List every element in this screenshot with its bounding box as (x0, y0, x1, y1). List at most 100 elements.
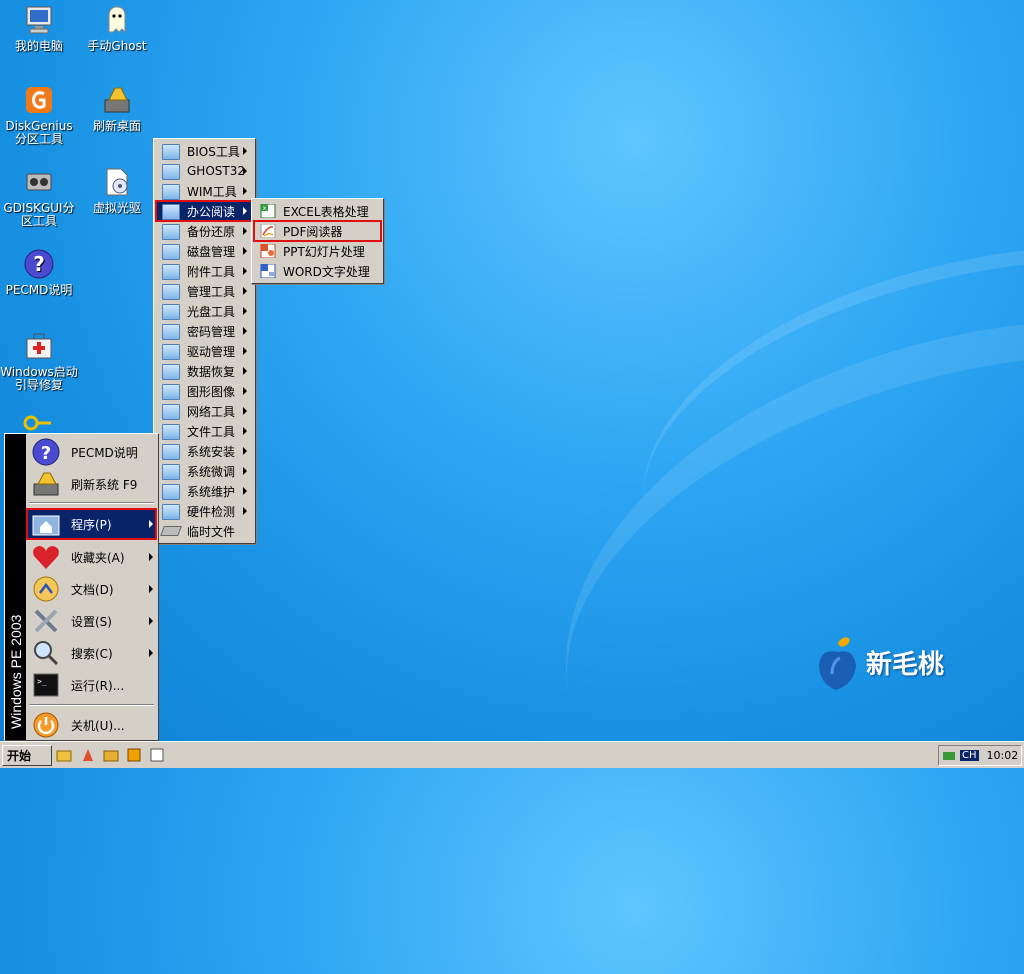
menu-item-file-tools[interactable]: 文件工具 (156, 421, 253, 441)
menu-item-cd-tools[interactable]: 光盘工具 (156, 301, 253, 321)
menu-item-system-install[interactable]: 系统安装 (156, 441, 253, 461)
file-icon (160, 526, 182, 536)
start-item-run[interactable]: >_ 运行(R)... (27, 670, 156, 700)
menu-item-hardware-detect[interactable]: 硬件检测 (156, 501, 253, 521)
start-button[interactable]: 开始 (2, 745, 52, 766)
desktop-icon-label: 手动Ghost (87, 39, 147, 53)
virtual-drive-icon (106, 168, 128, 196)
system-tray: CH 10:02 (938, 745, 1022, 766)
menu-item-temp-files[interactable]: 临时文件 (156, 521, 253, 541)
start-item-favorites[interactable]: 收藏夹(A) (27, 542, 156, 572)
excel-icon: x (260, 204, 276, 218)
submenu-arrow-icon (149, 649, 153, 657)
folder-icon (162, 144, 180, 160)
language-indicator[interactable]: CH (960, 750, 979, 761)
folder-icon (162, 244, 180, 260)
folder-icon (162, 484, 180, 500)
submenu-arrow-icon (149, 617, 153, 625)
quicklaunch-folder-icon[interactable] (103, 747, 119, 763)
desktop-icon-windows-boot-repair[interactable]: Windows启动引导修复 (0, 330, 78, 392)
start-item-refresh-system[interactable]: 刷新系统 F9 (27, 469, 156, 499)
menu-item-network-tools[interactable]: 网络工具 (156, 401, 253, 421)
computer-icon (26, 6, 52, 34)
desktop-icon-refresh-desktop[interactable]: 刷新桌面 (78, 84, 156, 133)
menu-item-bios-tools[interactable]: BIOS工具 (156, 141, 253, 161)
desktop-icon-my-computer[interactable]: 我的电脑 (0, 4, 78, 53)
desktop-icon-virtual-drive[interactable]: 虚拟光驱 (78, 166, 156, 215)
folder-icon (162, 304, 180, 320)
submenu-arrow-icon (243, 467, 247, 475)
diskgenius-icon (26, 87, 52, 113)
menu-item-driver-management[interactable]: 驱动管理 (156, 341, 253, 361)
start-menu: Windows PE 2003 ? PECMD说明 刷新系统 F9 程序(P) … (4, 433, 159, 741)
menu-item-office-reading[interactable]: 办公阅读 (155, 200, 254, 222)
menu-item-data-recovery[interactable]: 数据恢复 (156, 361, 253, 381)
menu-item-excel[interactable]: x EXCEL表格处理 (254, 201, 381, 221)
menu-item-system-tweak[interactable]: 系统微调 (156, 461, 253, 481)
folder-icon (162, 384, 180, 400)
submenu-arrow-icon (243, 367, 247, 375)
svg-text:?: ? (33, 252, 45, 276)
submenu-arrow-icon (243, 147, 247, 155)
menu-item-password-management[interactable]: 密码管理 (156, 321, 253, 341)
desktop-icon-label: 刷新桌面 (92, 119, 141, 133)
folder-icon (162, 444, 180, 460)
menu-item-ppt[interactable]: PPT幻灯片处理 (254, 241, 381, 261)
brand-logo: 新毛桃 (816, 632, 944, 692)
menu-item-accessory-tools[interactable]: 附件工具 (156, 261, 253, 281)
settings-icon (34, 609, 58, 633)
start-item-shutdown[interactable]: 关机(U)... (27, 710, 156, 740)
menu-item-word[interactable]: WORD文字处理 (254, 261, 381, 281)
pdf-icon (260, 224, 276, 238)
menu-item-wim-tools[interactable]: WIM工具 (156, 181, 253, 201)
menu-item-graphics-image[interactable]: 图形图像 (156, 381, 253, 401)
desktop-icon-label: 我的电脑 (14, 39, 63, 53)
shutdown-icon (33, 712, 59, 738)
menu-item-disk-management[interactable]: 磁盘管理 (156, 241, 253, 261)
quicklaunch-refresh-icon[interactable] (80, 747, 96, 763)
folder-icon (162, 364, 180, 380)
menu-item-system-maintenance[interactable]: 系统维护 (156, 481, 253, 501)
submenu-arrow-icon (243, 227, 247, 235)
start-item-search[interactable]: 搜索(C) (27, 638, 156, 668)
desktop-icon-pecmd-help[interactable]: ? PECMD说明 (0, 248, 78, 297)
quicklaunch-explorer-icon[interactable] (56, 747, 72, 763)
folder-icon (162, 404, 180, 420)
start-item-settings[interactable]: 设置(S) (27, 606, 156, 636)
refresh-icon (104, 87, 130, 113)
desktop-icon-diskgenius[interactable]: DiskGenius分区工具 (0, 84, 78, 146)
submenu-arrow-icon (243, 387, 247, 395)
start-menu-separator (29, 502, 154, 504)
start-item-programs[interactable]: 程序(P) (26, 508, 157, 540)
submenu-arrow-icon (243, 427, 247, 435)
start-item-documents[interactable]: 文档(D) (27, 574, 156, 604)
desktop-icon-manual-ghost[interactable]: 手动Ghost (78, 4, 156, 53)
menu-item-admin-tools[interactable]: 管理工具 (156, 281, 253, 301)
folder-icon (162, 344, 180, 360)
folder-icon (162, 204, 180, 220)
menu-item-pdf-reader[interactable]: PDF阅读器 (253, 220, 382, 242)
brand-name: 新毛桃 (866, 649, 945, 680)
ppt-icon (260, 244, 276, 258)
menu-item-backup-restore[interactable]: 备份还原 (156, 221, 253, 241)
folder-icon (162, 224, 180, 240)
folder-icon (162, 504, 180, 520)
quicklaunch-app-icon[interactable] (149, 747, 165, 763)
office-reading-menu: x EXCEL表格处理 PDF阅读器 PPT幻灯片处理 WORD文字处理 (251, 198, 384, 284)
network-tray-icon[interactable] (942, 749, 956, 763)
submenu-arrow-icon (243, 207, 247, 215)
submenu-arrow-icon (243, 287, 247, 295)
peach-logo-icon (819, 637, 856, 690)
desktop-icon-label: Windows启动引导修复 (0, 365, 78, 392)
desktop-icon-gdiskgui[interactable]: GDISKGUI分区工具 (0, 166, 78, 228)
menu-item-ghost32[interactable]: GHOST32 (156, 161, 253, 181)
submenu-arrow-icon (243, 407, 247, 415)
help-icon: ? (32, 438, 60, 466)
programs-icon (32, 515, 60, 536)
start-item-pecmd-help[interactable]: ? PECMD说明 (27, 437, 156, 467)
submenu-arrow-icon (149, 520, 153, 528)
submenu-arrow-icon (243, 487, 247, 495)
quicklaunch-tool-icon[interactable] (126, 747, 142, 763)
gdisk-icon (26, 173, 52, 191)
start-menu-separator (29, 704, 154, 706)
